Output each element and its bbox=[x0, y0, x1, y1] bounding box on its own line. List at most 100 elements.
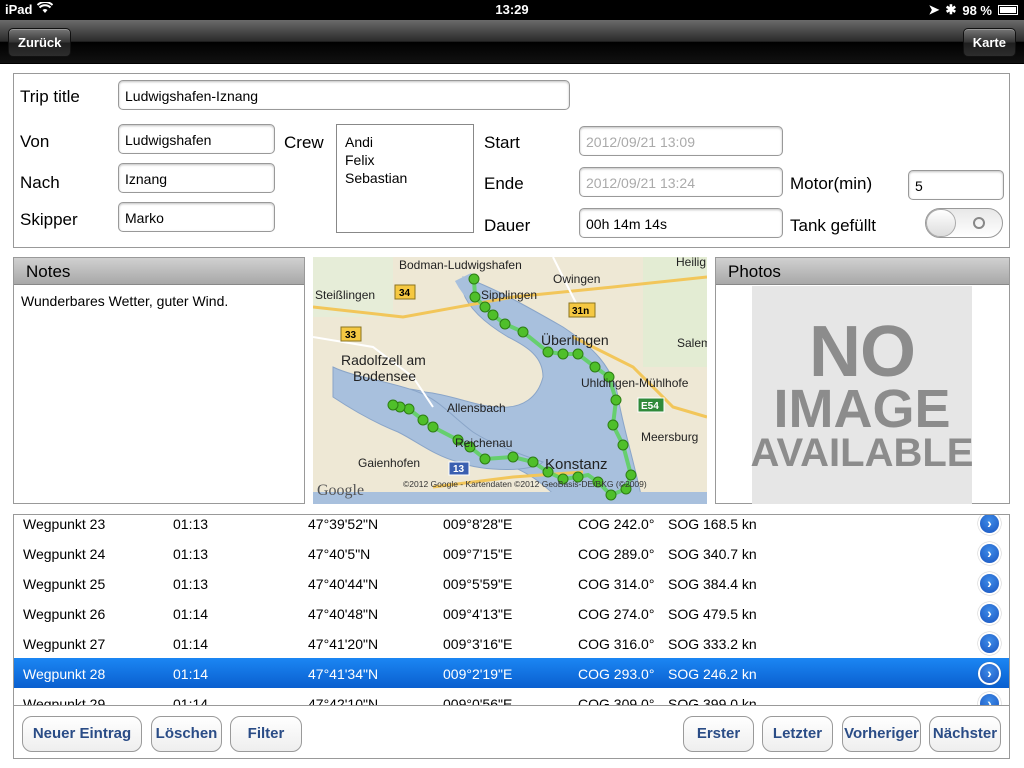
road-badge-34: 34 bbox=[399, 288, 411, 299]
notes-text[interactable]: Wunderbares Wetter, guter Wind. bbox=[14, 285, 304, 317]
waypoint-cog: COG 274.0° bbox=[578, 606, 655, 622]
detail-disclosure-icon[interactable]: › bbox=[978, 515, 1001, 535]
waypoint-time: 01:13 bbox=[173, 576, 209, 592]
table-row-selected[interactable]: Wegpunkt 28 01:14 47°41'34"N 009°2'19"E … bbox=[14, 658, 1009, 688]
table-row[interactable]: Wegpunkt 26 01:14 47°40'48"N 009°4'13"E … bbox=[14, 598, 1009, 628]
von-label: Von bbox=[20, 132, 50, 151]
waypoint-lon: 009°3'16"E bbox=[443, 636, 513, 652]
waypoint-time: 01:14 bbox=[173, 696, 209, 706]
table-row[interactable]: Wegpunkt 25 01:13 47°40'44"N 009°5'59"E … bbox=[14, 568, 1009, 598]
waypoint-name: Wegpunkt 27 bbox=[23, 636, 106, 652]
status-bar: iPad 13:29 ➤ ✱ 98 % bbox=[0, 0, 1024, 20]
road-badge-e54: E54 bbox=[641, 401, 659, 412]
dauer-field[interactable]: 00h 14m 14s bbox=[579, 208, 783, 238]
waypoint-cog: COG 293.0° bbox=[578, 666, 655, 682]
waypoint-lat: 47°40'44"N bbox=[308, 576, 379, 592]
first-button[interactable]: Erster bbox=[683, 716, 754, 752]
waypoint-lon: 009°4'13"E bbox=[443, 606, 513, 622]
waypoint-lon: 009°7'15"E bbox=[443, 546, 513, 562]
table-row[interactable]: Wegpunkt 27 01:14 47°41'20"N 009°3'16"E … bbox=[14, 628, 1009, 658]
battery-icon bbox=[998, 5, 1018, 15]
map-label-steisslingen: Steißlingen bbox=[315, 288, 375, 302]
map-label-heilig: Heilig bbox=[676, 257, 706, 269]
ende-label: Ende bbox=[484, 174, 524, 193]
skipper-field[interactable]: Marko bbox=[118, 202, 275, 232]
map-label-uhldingen: Uhldingen-Mühlhofe bbox=[581, 376, 689, 390]
map-label-bodman: Bodman-Ludwigshafen bbox=[399, 258, 522, 272]
waypoint-sog: SOG 333.2 kn bbox=[668, 636, 757, 652]
start-label: Start bbox=[484, 133, 520, 152]
navigation-bar: Zurück Karte bbox=[0, 20, 1024, 64]
motor-label: Motor(min) bbox=[790, 174, 873, 193]
waypoint-name: Wegpunkt 29 bbox=[23, 696, 106, 706]
detail-disclosure-icon[interactable]: › bbox=[978, 662, 1001, 685]
waypoint-lat: 47°39'52"N bbox=[308, 516, 379, 532]
road-badge-33: 33 bbox=[345, 330, 357, 341]
map-label-konstanz: Konstanz bbox=[545, 456, 608, 473]
motor-field[interactable]: 5 bbox=[908, 170, 1004, 200]
delete-button[interactable]: Löschen bbox=[151, 716, 222, 752]
waypoint-name: Wegpunkt 25 bbox=[23, 576, 106, 592]
nach-field[interactable]: Iznang bbox=[118, 163, 275, 193]
waypoint-sog: SOG 168.5 kn bbox=[668, 516, 757, 532]
skipper-label: Skipper bbox=[20, 210, 78, 229]
new-entry-button[interactable]: Neuer Eintrag bbox=[22, 716, 142, 752]
table-row[interactable]: Wegpunkt 24 01:13 47°40'5"N 009°7'15"E C… bbox=[14, 538, 1009, 568]
map-label-sipplingen: Sipplingen bbox=[481, 288, 537, 302]
waypoint-sog: SOG 399.0 kn bbox=[668, 696, 757, 706]
trip-title-label: Trip title bbox=[20, 87, 80, 106]
toggle-knob bbox=[926, 209, 956, 237]
last-button[interactable]: Letzter bbox=[762, 716, 833, 752]
clock: 13:29 bbox=[495, 2, 529, 17]
map-label-allensbach: Allensbach bbox=[447, 401, 506, 415]
waypoint-time: 01:14 bbox=[173, 636, 209, 652]
waypoint-cog: COG 289.0° bbox=[578, 546, 655, 562]
filter-button[interactable]: Filter bbox=[230, 716, 302, 752]
nach-label: Nach bbox=[20, 173, 60, 192]
detail-disclosure-icon[interactable]: › bbox=[978, 602, 1001, 625]
waypoint-sog: SOG 246.2 kn bbox=[668, 666, 757, 682]
route-map[interactable]: 34 31n 33 E54 13 Bodman-Ludwigshafen Owi… bbox=[313, 257, 707, 504]
ende-field[interactable]: 2012/09/21 13:24 bbox=[579, 167, 783, 197]
waypoint-name: Wegpunkt 24 bbox=[23, 546, 106, 562]
crew-member: Sebastian bbox=[345, 170, 408, 186]
no-image-line3: AVAILABLE bbox=[750, 430, 974, 475]
crew-label: Crew bbox=[284, 133, 324, 152]
map-button[interactable]: Karte bbox=[962, 28, 1016, 57]
bluetooth-icon: ✱ bbox=[945, 2, 957, 17]
photos-panel: Photos NO IMAGE AVAILABLE bbox=[715, 257, 1010, 504]
waypoint-lon: 009°5'59"E bbox=[443, 576, 513, 592]
no-image-placeholder[interactable]: NO IMAGE AVAILABLE bbox=[750, 286, 974, 504]
detail-disclosure-icon[interactable]: › bbox=[978, 542, 1001, 565]
crew-member: Felix bbox=[345, 152, 375, 168]
detail-disclosure-icon[interactable]: › bbox=[978, 692, 1001, 705]
notes-header: Notes bbox=[14, 258, 304, 285]
waypoint-lon: 009°8'28"E bbox=[443, 516, 513, 532]
table-row[interactable]: Wegpunkt 29 01:14 47°42'10"N 009°0'56"E … bbox=[14, 688, 1009, 706]
battery-percent: 98 % bbox=[962, 2, 992, 18]
waypoint-name: Wegpunkt 28 bbox=[23, 666, 106, 682]
map-label-radolfzell: Radolfzell am bbox=[341, 352, 426, 368]
waypoint-time: 01:14 bbox=[173, 666, 209, 682]
waypoint-cog: COG 242.0° bbox=[578, 516, 655, 532]
von-field[interactable]: Ludwigshafen bbox=[118, 124, 275, 154]
map-label-salem: Salem bbox=[677, 336, 707, 350]
previous-button[interactable]: Vorheriger bbox=[842, 716, 921, 752]
crew-member: Andi bbox=[345, 134, 374, 150]
waypoint-lon: 009°2'19"E bbox=[443, 666, 513, 682]
detail-disclosure-icon[interactable]: › bbox=[978, 572, 1001, 595]
trip-form: Trip title Ludwigshafen-Iznang Von Ludwi… bbox=[13, 73, 1010, 248]
toggle-off-icon bbox=[973, 217, 985, 229]
detail-disclosure-icon[interactable]: › bbox=[978, 632, 1001, 655]
next-button[interactable]: Nächster bbox=[929, 716, 1001, 752]
crew-list[interactable]: Andi Felix Sebastian bbox=[336, 124, 474, 233]
back-button[interactable]: Zurück bbox=[8, 28, 72, 57]
no-image-line1: NO bbox=[809, 311, 916, 392]
tank-toggle[interactable] bbox=[925, 208, 1003, 238]
waypoint-lon: 009°0'56"E bbox=[443, 696, 513, 706]
start-field[interactable]: 2012/09/21 13:09 bbox=[579, 126, 783, 156]
waypoint-list[interactable]: Wegpunkt 23 01:13 47°39'52"N 009°8'28"E … bbox=[13, 514, 1010, 706]
map-label-meersburg: Meersburg bbox=[641, 430, 698, 444]
table-row[interactable]: Wegpunkt 23 01:13 47°39'52"N 009°8'28"E … bbox=[14, 515, 1009, 538]
trip-title-field[interactable]: Ludwigshafen-Iznang bbox=[118, 80, 570, 110]
